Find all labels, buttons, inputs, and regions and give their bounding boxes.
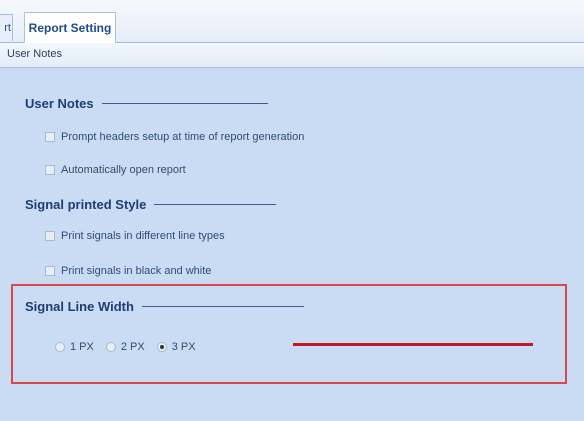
subtab-user-notes[interactable]: User Notes [7,48,62,60]
section-title-user-notes: User Notes [25,96,268,111]
checkbox-label: Prompt headers setup at time of report g… [61,131,305,143]
checkbox-prompt-headers[interactable] [45,132,55,142]
checkbox-row-black-white[interactable]: Print signals in black and white [45,265,211,277]
checkbox-black-white[interactable] [45,266,55,276]
radio-3px[interactable] [156,342,167,352]
line-width-preview [293,343,533,346]
tab-report-setting[interactable]: Report Setting [24,12,116,43]
radio-option-3px[interactable]: 3 PX [156,341,196,353]
radio-1px[interactable] [55,342,65,352]
radio-2px[interactable] [105,342,116,352]
section-rule [141,306,304,307]
tab-partial[interactable]: rt [0,14,13,41]
radio-label: 3 PX [171,341,196,353]
tab-partial-label: rt [4,22,11,34]
section-rule [101,103,268,104]
section-title-line-width-text: Signal Line Width [25,299,134,314]
tab-strip: rt Report Setting [0,0,584,43]
radio-option-2px[interactable]: 2 PX [105,341,145,353]
section-title-signal-style-text: Signal printed Style [25,197,147,212]
radio-label: 2 PX [120,341,145,353]
checkbox-row-line-types[interactable]: Print signals in different line types [45,230,225,242]
section-title-line-width: Signal Line Width [25,299,304,314]
radio-label: 1 PX [70,341,94,353]
radio-option-1px[interactable]: 1 PX [55,341,94,353]
checkbox-label: Print signals in different line types [61,230,225,242]
checkbox-row-auto-open[interactable]: Automatically open report [45,164,186,176]
checkbox-row-prompt-headers[interactable]: Prompt headers setup at time of report g… [45,131,304,143]
checkbox-label: Print signals in black and white [61,265,212,277]
line-width-radio-group: 1 PX 2 PX 3 PX [55,341,208,353]
section-title-user-notes-text: User Notes [25,96,94,111]
checkbox-label: Automatically open report [61,164,186,176]
section-rule [154,204,277,205]
subtab-bar: User Notes [0,43,584,68]
checkbox-line-types[interactable] [45,231,55,241]
section-title-signal-style: Signal printed Style [25,197,277,212]
checkbox-auto-open[interactable] [45,165,55,175]
tab-report-setting-label: Report Setting [28,21,112,35]
